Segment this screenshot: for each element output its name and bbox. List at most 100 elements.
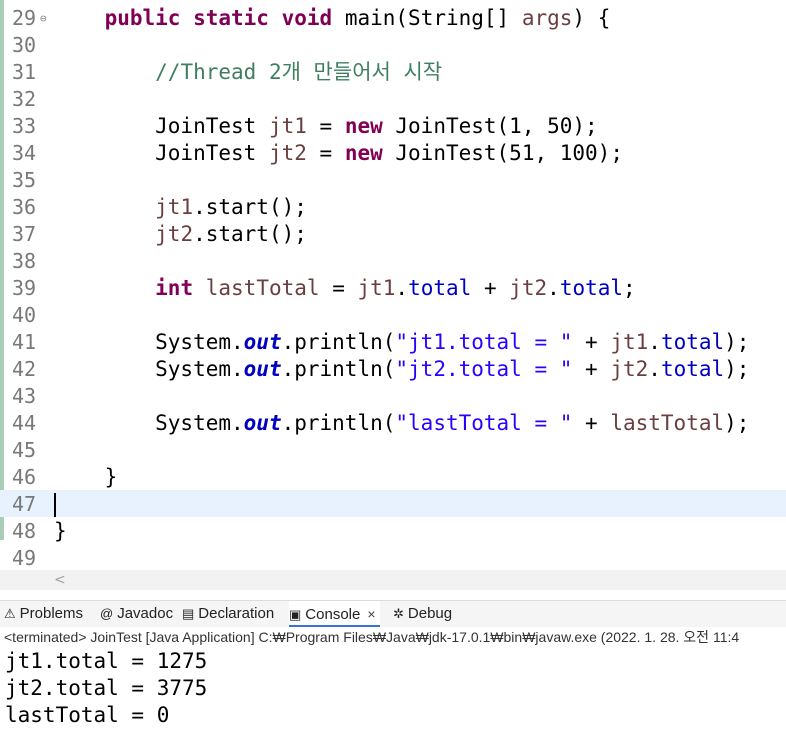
tab-console[interactable]: ▣ Console × [289,601,380,627]
view-tab-bar: ⚠ Problems @ Javadoc ▤ Declaration ▣ Console × ✲ D… [0,600,786,627]
line-number: 35 [12,168,37,192]
code-token: ) { [572,6,611,30]
tab-debug[interactable]: ✲ Debug [393,601,452,627]
code-token: total [660,357,725,381]
line-number: 42 [12,357,37,381]
code-editor[interactable]: 29 ⊖ public static void main(String[] arg… [0,0,786,570]
code-token: jt2 [610,357,649,381]
code-line[interactable]: 49 [0,544,786,570]
code-line[interactable]: 40 [0,301,786,328]
code-line[interactable]: 37 jt2.start(); [0,220,786,247]
tab-label: Javadoc [117,605,174,622]
code-token: jt1 [357,276,396,300]
code-line[interactable]: 38 [0,247,786,274]
console-output[interactable]: jt1.total = 1275 jt2.total = 3775 lastTo… [0,648,786,738]
line-number: 46 [12,465,37,489]
code-token: ); [724,330,750,354]
code-text: public static void main(String[] args) { [54,5,611,32]
text-caret [54,493,56,517]
code-token: + [471,276,510,300]
console-line: jt2.total = 3775 [5,676,208,700]
horizontal-scrollbar[interactable]: < [0,570,786,590]
code-token: public [104,6,181,30]
scroll-left-icon[interactable]: < [54,570,66,590]
tab-problems[interactable]: ⚠ Problems [4,601,83,627]
code-line[interactable]: 45 [0,436,786,463]
code-token: lastTotal [205,276,320,300]
line-number: 32 [12,87,37,111]
code-line[interactable]: 35 [0,166,786,193]
code-token: + [572,357,611,381]
code-line[interactable]: 42 System.out.println("jt2.total = " + j… [0,355,786,382]
code-text: JoinTest jt2 = new JoinTest(51, 100); [54,140,623,167]
code-line[interactable]: 34 JoinTest jt2 = new JoinTest(51, 100); [0,139,786,166]
code-line[interactable]: 41 System.out.println("jt1.total = " + j… [0,328,786,355]
code-token: .start(); [193,222,307,246]
code-text: jt2.start(); [54,221,307,248]
code-line[interactable]: 33 JoinTest jt1 = new JoinTest(1, 50); [0,112,786,139]
line-number: 34 [12,141,37,165]
code-token: int [155,276,194,300]
code-text: System.out.println("lastTotal = " + last… [54,410,749,437]
code-line[interactable]: 31 //Thread 2개 만들어서 시작 [0,58,786,85]
code-token: } [54,519,67,543]
code-token: lastTotal [610,411,725,435]
code-token: .println( [281,411,396,435]
code-token: System. [54,357,244,381]
code-text: System.out.println("jt1.total = " + jt1.… [54,329,749,356]
code-line[interactable]: 47 [0,490,786,517]
code-text: int lastTotal = jt1.total + jt2.total; [54,275,636,302]
code-token: total [660,330,725,354]
line-number: 29 [12,6,37,30]
code-token: . [648,357,661,381]
code-token: . [395,276,409,300]
code-text: jt1.start(); [54,194,307,221]
code-line[interactable]: 44 System.out.println("lastTotal = " + l… [0,409,786,436]
code-token: "jt2.total = " [395,357,573,381]
code-token: total [408,276,472,300]
code-token: void [281,6,333,30]
declaration-icon: ▤ [182,606,195,621]
tab-javadoc[interactable]: @ Javadoc [100,601,173,627]
code-line[interactable]: 46 } [0,463,786,490]
close-icon[interactable]: × [367,606,375,622]
tab-label: Declaration [198,605,275,622]
code-line[interactable]: 32 [0,85,786,112]
code-token: static [193,6,269,30]
code-line[interactable]: 43 [0,382,786,409]
fold-toggle-icon[interactable]: ⊖ [40,5,47,32]
javadoc-icon: @ [100,606,114,621]
tab-label: Problems [19,605,84,622]
code-text: System.out.println("jt2.total = " + jt2.… [54,356,749,383]
code-token: jt2 [155,222,194,246]
code-token: main(String[] [332,6,522,30]
code-token: out [243,330,282,354]
code-token: jt2 [268,141,307,165]
code-token: .println( [281,357,396,381]
code-token: ); [724,357,750,381]
code-text [54,491,56,518]
code-text: JoinTest jt1 = new JoinTest(1, 50); [54,113,598,140]
code-line[interactable]: 30 [0,31,786,58]
code-token: System. [54,411,244,435]
code-token: System. [54,330,244,354]
code-line[interactable]: 36 jt1.start(); [0,193,786,220]
code-line[interactable]: 39 int lastTotal = jt1.total + jt2.total… [0,274,786,301]
code-token: out [243,357,282,381]
code-line[interactable]: 29 ⊖ public static void main(String[] arg… [0,4,786,31]
code-token: total [559,276,624,300]
line-number: 40 [12,303,37,327]
tab-declaration[interactable]: ▤ Declaration [182,601,274,627]
code-token: .println( [281,330,396,354]
console-status-line: <terminated> JoinTest [Java Application]… [0,626,786,649]
code-text: //Thread 2개 만들어서 시작 [54,59,442,86]
launch-status-text: <terminated> JoinTest [Java Application]… [4,629,740,645]
code-token: jt1 [155,195,194,219]
line-number: 31 [12,60,37,84]
code-line[interactable]: 48} [0,517,786,544]
console-line: lastTotal = 0 [5,703,170,727]
code-token: = [306,114,345,138]
